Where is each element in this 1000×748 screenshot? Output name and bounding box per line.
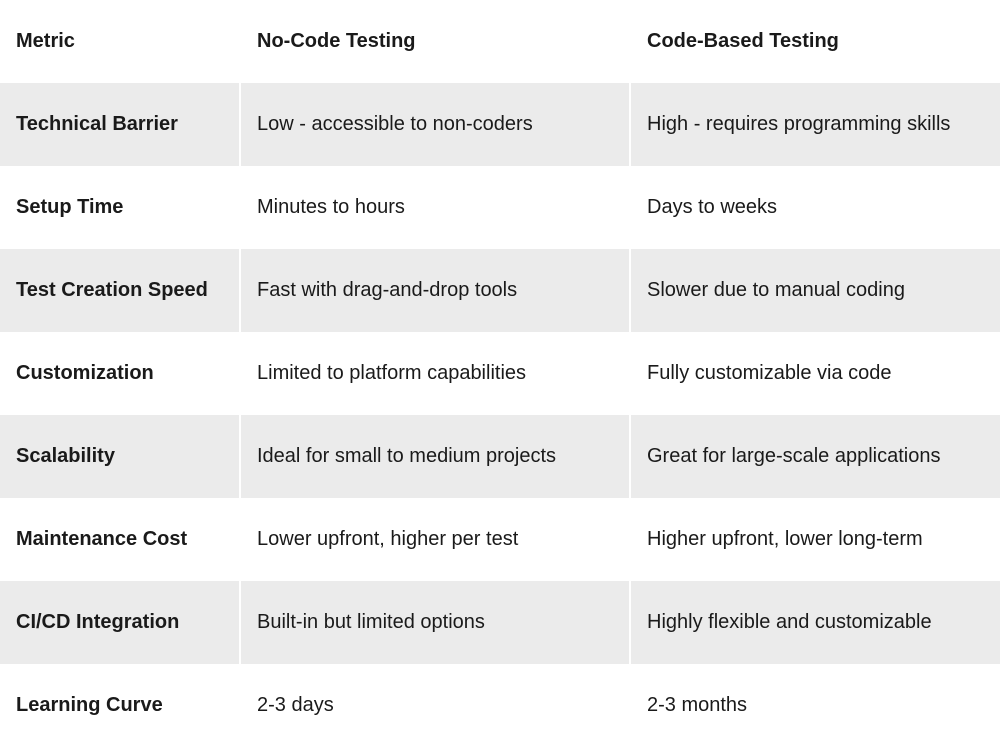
header-codebased: Code-Based Testing <box>630 0 1000 83</box>
table-header-row: Metric No-Code Testing Code-Based Testin… <box>0 0 1000 83</box>
table-row: Test Creation Speed Fast with drag-and-d… <box>0 249 1000 332</box>
row-codebased: Great for large-scale applications <box>630 415 1000 498</box>
row-metric: Technical Barrier <box>0 83 240 166</box>
row-nocode: Low - accessible to non-coders <box>240 83 630 166</box>
table-row: Setup Time Minutes to hours Days to week… <box>0 166 1000 249</box>
table-row: CI/CD Integration Built-in but limited o… <box>0 581 1000 664</box>
row-metric: Test Creation Speed <box>0 249 240 332</box>
row-nocode: Lower upfront, higher per test <box>240 498 630 581</box>
row-codebased: Fully customizable via code <box>630 332 1000 415</box>
row-metric: CI/CD Integration <box>0 581 240 664</box>
table-row: Scalability Ideal for small to medium pr… <box>0 415 1000 498</box>
row-nocode: 2-3 days <box>240 664 630 747</box>
row-nocode: Fast with drag-and-drop tools <box>240 249 630 332</box>
row-metric: Scalability <box>0 415 240 498</box>
row-codebased: Days to weeks <box>630 166 1000 249</box>
comparison-table: Metric No-Code Testing Code-Based Testin… <box>0 0 1000 747</box>
row-codebased: Higher upfront, lower long-term <box>630 498 1000 581</box>
row-codebased: 2-3 months <box>630 664 1000 747</box>
row-metric: Setup Time <box>0 166 240 249</box>
table-row: Customization Limited to platform capabi… <box>0 332 1000 415</box>
row-metric: Maintenance Cost <box>0 498 240 581</box>
table-row: Technical Barrier Low - accessible to no… <box>0 83 1000 166</box>
header-metric: Metric <box>0 0 240 83</box>
row-metric: Customization <box>0 332 240 415</box>
row-nocode: Minutes to hours <box>240 166 630 249</box>
row-nocode: Built-in but limited options <box>240 581 630 664</box>
table-row: Maintenance Cost Lower upfront, higher p… <box>0 498 1000 581</box>
row-codebased: Slower due to manual coding <box>630 249 1000 332</box>
row-codebased: Highly flexible and customizable <box>630 581 1000 664</box>
table-row: Learning Curve 2-3 days 2-3 months <box>0 664 1000 747</box>
row-nocode: Limited to platform capabilities <box>240 332 630 415</box>
header-nocode: No-Code Testing <box>240 0 630 83</box>
row-nocode: Ideal for small to medium projects <box>240 415 630 498</box>
row-codebased: High - requires programming skills <box>630 83 1000 166</box>
row-metric: Learning Curve <box>0 664 240 747</box>
